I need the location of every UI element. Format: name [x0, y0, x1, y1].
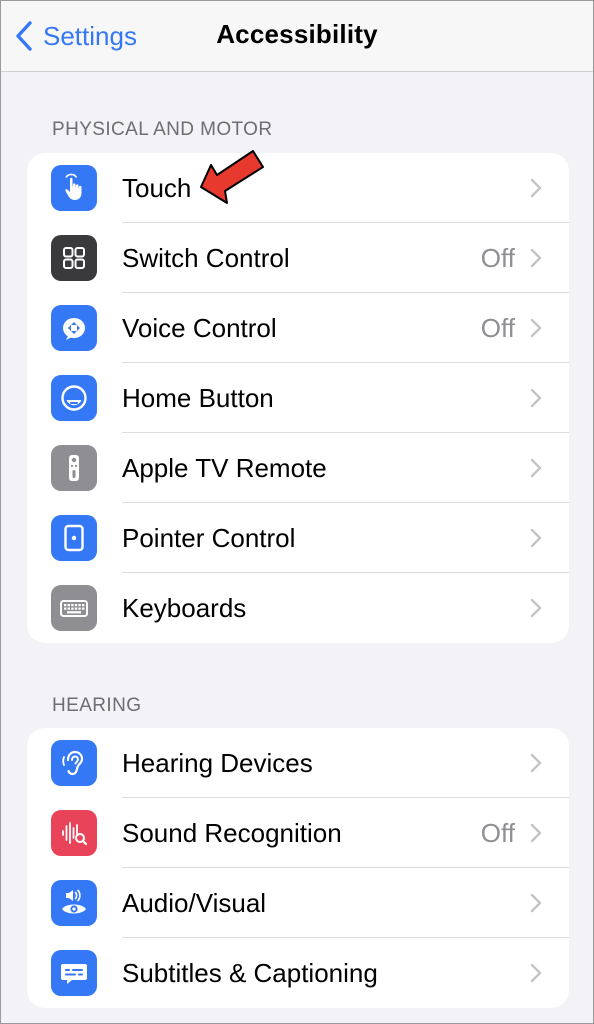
page-title: Accessibility [216, 19, 378, 49]
row-label: Sound Recognition [122, 817, 342, 848]
row-audio-visual[interactable]: Audio/Visual [27, 868, 569, 938]
chevron-right-icon [530, 318, 542, 338]
red-arrow-icon [200, 150, 264, 204]
row-home-button[interactable]: Home Button [27, 363, 569, 433]
row-label: Home Button [122, 382, 274, 413]
row-pointer-control[interactable]: Pointer Control [27, 503, 569, 573]
row-value: Off [480, 242, 515, 273]
audio-visual-icon [51, 880, 97, 926]
row-touch[interactable]: Touch [27, 153, 569, 223]
row-label: Pointer Control [122, 522, 296, 553]
chevron-right-icon [530, 388, 542, 408]
physical-and-motor-group: Touch Switch Control Off Voice Control O… [27, 153, 569, 643]
home-button-icon [51, 375, 97, 421]
chevron-right-icon [530, 823, 542, 843]
chevron-right-icon [530, 893, 542, 913]
hearing-group: Hearing Devices Sound Recognition Off Au… [27, 728, 569, 1008]
keyboard-icon [51, 585, 97, 631]
switch-control-grid-icon [51, 235, 97, 281]
voice-control-icon [51, 305, 97, 351]
chevron-right-icon [530, 248, 542, 268]
section-header-hearing: HEARING [52, 695, 142, 716]
tv-remote-icon [51, 445, 97, 491]
chevron-right-icon [530, 963, 542, 983]
row-subtitles-captioning[interactable]: Subtitles & Captioning [27, 938, 569, 1008]
pointer-control-icon [51, 515, 97, 561]
row-keyboards[interactable]: Keyboards [27, 573, 569, 643]
row-label: Subtitles & Captioning [122, 957, 378, 988]
row-value: Off [480, 817, 515, 848]
row-switch-control[interactable]: Switch Control Off [27, 223, 569, 293]
sound-recognition-icon [51, 810, 97, 856]
row-label: Touch [122, 172, 192, 203]
row-hearing-devices[interactable]: Hearing Devices [27, 728, 569, 798]
row-label: Audio/Visual [122, 887, 267, 918]
chevron-right-icon [530, 458, 542, 478]
row-label: Apple TV Remote [122, 452, 327, 483]
row-voice-control[interactable]: Voice Control Off [27, 293, 569, 363]
row-label: Switch Control [122, 242, 290, 273]
chevron-right-icon [530, 598, 542, 618]
ear-icon [51, 740, 97, 786]
chevron-right-icon [530, 753, 542, 773]
row-value: Off [480, 312, 515, 343]
chevron-right-icon [530, 528, 542, 548]
row-label: Voice Control [122, 312, 277, 343]
subtitles-icon [51, 950, 97, 996]
row-label: Hearing Devices [122, 747, 313, 778]
row-apple-tv-remote[interactable]: Apple TV Remote [27, 433, 569, 503]
touch-hand-icon [51, 165, 97, 211]
section-header-physical-and-motor: PHYSICAL AND MOTOR [52, 119, 273, 140]
row-sound-recognition[interactable]: Sound Recognition Off [27, 798, 569, 868]
row-label: Keyboards [122, 592, 247, 623]
navigation-bar: Settings Accessibility [1, 1, 593, 72]
chevron-right-icon [530, 178, 542, 198]
